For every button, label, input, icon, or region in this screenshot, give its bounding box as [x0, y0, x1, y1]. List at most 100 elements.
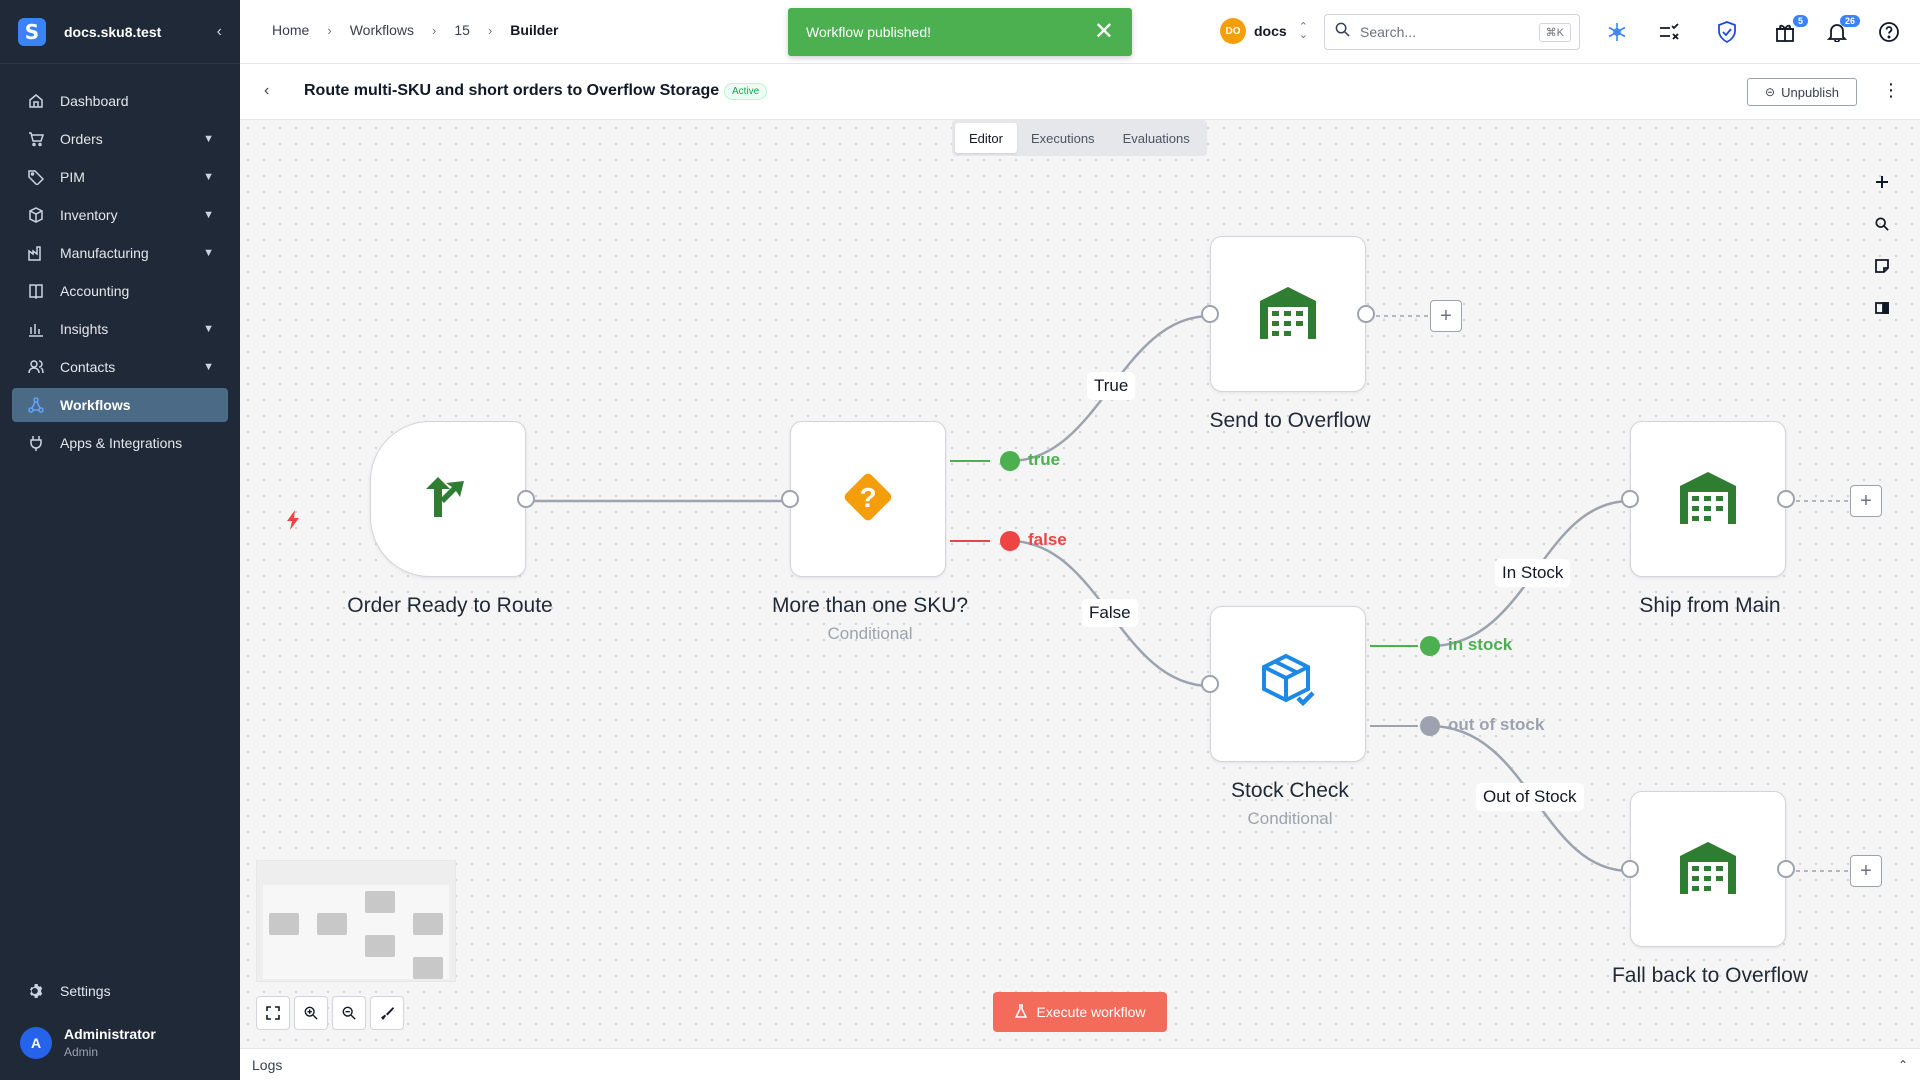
- minimap-node: [317, 913, 347, 935]
- zoom-out-icon[interactable]: [332, 996, 366, 1030]
- bell-icon[interactable]: 26: [1824, 15, 1860, 45]
- factory-icon: [26, 243, 46, 263]
- breadcrumb-workflow-id[interactable]: 15: [454, 22, 470, 38]
- node-fall-back-to-overflow[interactable]: [1621, 791, 1795, 947]
- sidebar-item-workflows[interactable]: Workflows: [12, 388, 228, 422]
- search-icon[interactable]: [1870, 212, 1894, 236]
- output-port[interactable]: [517, 490, 535, 508]
- edge-label-out-of-stock: Out of Stock: [1477, 784, 1583, 810]
- toast-message: Workflow published!: [806, 24, 932, 40]
- node-subtitle: Conditional: [827, 624, 913, 643]
- user-meta: Administrator Admin: [64, 1026, 156, 1059]
- branch-label-in-stock: in stock: [1448, 635, 1513, 654]
- warehouse-icon: [1678, 840, 1738, 899]
- sidebar-item-label: Apps & Integrations: [60, 435, 183, 451]
- node-condition-multi-sku[interactable]: ?: [781, 421, 946, 577]
- avatar: A: [20, 1026, 52, 1059]
- input-port[interactable]: [1201, 675, 1219, 693]
- output-port[interactable]: [1777, 860, 1795, 878]
- breadcrumb: Home › Workflows › 15 › Builder: [272, 22, 559, 38]
- sidebar-item-dashboard[interactable]: Dashboard: [12, 84, 228, 118]
- logs-label: Logs: [252, 1056, 283, 1073]
- tidy-up-icon[interactable]: [370, 996, 404, 1030]
- search-shortcut: ⌘K: [1538, 22, 1571, 42]
- workspace-name: docs.sku8.test: [64, 23, 162, 40]
- shield-icon[interactable]: [1714, 19, 1740, 45]
- add-node-button[interactable]: +: [1850, 485, 1882, 517]
- edge-label-true: True: [1088, 373, 1135, 399]
- collapse-sidebar-icon[interactable]: ‹: [217, 23, 222, 41]
- minimap-node: [269, 913, 299, 935]
- output-port[interactable]: [1777, 490, 1795, 508]
- more-options-icon[interactable]: ⋮: [1882, 80, 1900, 101]
- sidebar-item-label: Manufacturing: [60, 245, 149, 261]
- gift-icon[interactable]: 5: [1772, 15, 1808, 45]
- node-send-to-overflow[interactable]: [1201, 236, 1375, 392]
- sidebar-nav: Dashboard Orders ▼ PIM ▼ Inventory ▼ Man…: [0, 84, 240, 460]
- breadcrumb-home[interactable]: Home: [272, 22, 309, 38]
- zoom-in-icon[interactable]: [294, 996, 328, 1030]
- help-icon[interactable]: [1876, 19, 1902, 45]
- lightning-icon: [286, 510, 300, 535]
- settings-label: Settings: [60, 983, 111, 999]
- node-subtitle: Conditional: [1247, 809, 1333, 828]
- fit-view-icon[interactable]: [256, 996, 290, 1030]
- workflow-icon: [26, 395, 46, 415]
- org-badge: DO: [1220, 18, 1246, 44]
- sidebar-item-label: Workflows: [60, 397, 131, 413]
- unpublish-button[interactable]: ⊝ Unpublish: [1747, 78, 1857, 106]
- app-logo[interactable]: S: [18, 17, 46, 46]
- sidebar-item-orders[interactable]: Orders ▼: [12, 122, 228, 156]
- node-trigger[interactable]: [370, 421, 535, 577]
- sidebar-item-settings[interactable]: Settings: [12, 974, 228, 1008]
- input-port[interactable]: [1621, 490, 1639, 508]
- add-node-button[interactable]: +: [1430, 300, 1462, 332]
- sidebar-header: S docs.sku8.test ‹: [0, 0, 240, 64]
- sidebar-item-label: Inventory: [60, 207, 118, 223]
- search-placeholder: Search...: [1360, 24, 1417, 40]
- chevron-down-icon: ▼: [203, 361, 214, 373]
- execute-workflow-button[interactable]: Execute workflow: [993, 992, 1167, 1032]
- sidebar-item-apps-integrations[interactable]: Apps & Integrations: [12, 426, 228, 460]
- sidebar-item-manufacturing[interactable]: Manufacturing ▼: [12, 236, 228, 270]
- snowflake-icon[interactable]: [1604, 19, 1630, 45]
- workflow-canvas[interactable]: Editor Executions Evaluations true false…: [240, 120, 1920, 1048]
- breadcrumb-workflows[interactable]: Workflows: [350, 22, 414, 38]
- node-ship-from-main[interactable]: [1621, 421, 1795, 577]
- node-title: Stock Check: [1231, 779, 1349, 802]
- node-stock-check[interactable]: [1201, 606, 1366, 762]
- sidebar-item-contacts[interactable]: Contacts ▼: [12, 350, 228, 384]
- sidebar-item-accounting[interactable]: Accounting: [12, 274, 228, 308]
- package-check-icon: [1258, 652, 1318, 717]
- user-menu[interactable]: A Administrator Admin: [20, 1026, 156, 1059]
- close-icon[interactable]: ✕: [1094, 20, 1114, 44]
- in-stock-handle: [1420, 636, 1440, 656]
- sidebar-item-label: Contacts: [60, 359, 116, 375]
- add-icon[interactable]: [1870, 170, 1894, 194]
- chevron-up-icon[interactable]: ⌃: [1898, 1058, 1908, 1072]
- edge-label-false: False: [1083, 600, 1137, 626]
- sidebar-item-inventory[interactable]: Inventory ▼: [12, 198, 228, 232]
- sidebar: S docs.sku8.test ‹ Dashboard Orders ▼ PI…: [0, 0, 240, 1080]
- logs-panel[interactable]: Logs ⌃: [240, 1048, 1920, 1080]
- panel-toggle-icon[interactable]: [1870, 296, 1894, 320]
- node-title: Fall back to Overflow: [1611, 964, 1809, 987]
- sidebar-item-pim[interactable]: PIM ▼: [12, 160, 228, 194]
- input-port[interactable]: [1201, 305, 1219, 323]
- node-title: Send to Overflow: [1209, 409, 1371, 432]
- search-input[interactable]: Search... ⌘K: [1324, 14, 1580, 50]
- sticky-note-icon[interactable]: [1870, 254, 1894, 278]
- sidebar-item-insights[interactable]: Insights ▼: [12, 312, 228, 346]
- input-port[interactable]: [1621, 860, 1639, 878]
- org-switcher[interactable]: DO docs ⌃ ⌄: [1220, 18, 1308, 44]
- chevron-down-icon: ▼: [203, 209, 214, 221]
- back-icon[interactable]: ‹: [264, 82, 269, 100]
- output-port[interactable]: [1357, 305, 1375, 323]
- sidebar-item-label: Orders: [60, 131, 103, 147]
- input-port[interactable]: [781, 490, 799, 508]
- minimap[interactable]: [256, 860, 456, 982]
- add-node-button[interactable]: +: [1850, 855, 1882, 887]
- zoom-controls: [256, 996, 408, 1030]
- chevron-down-icon: ▼: [203, 323, 214, 335]
- tasks-icon[interactable]: [1656, 19, 1682, 45]
